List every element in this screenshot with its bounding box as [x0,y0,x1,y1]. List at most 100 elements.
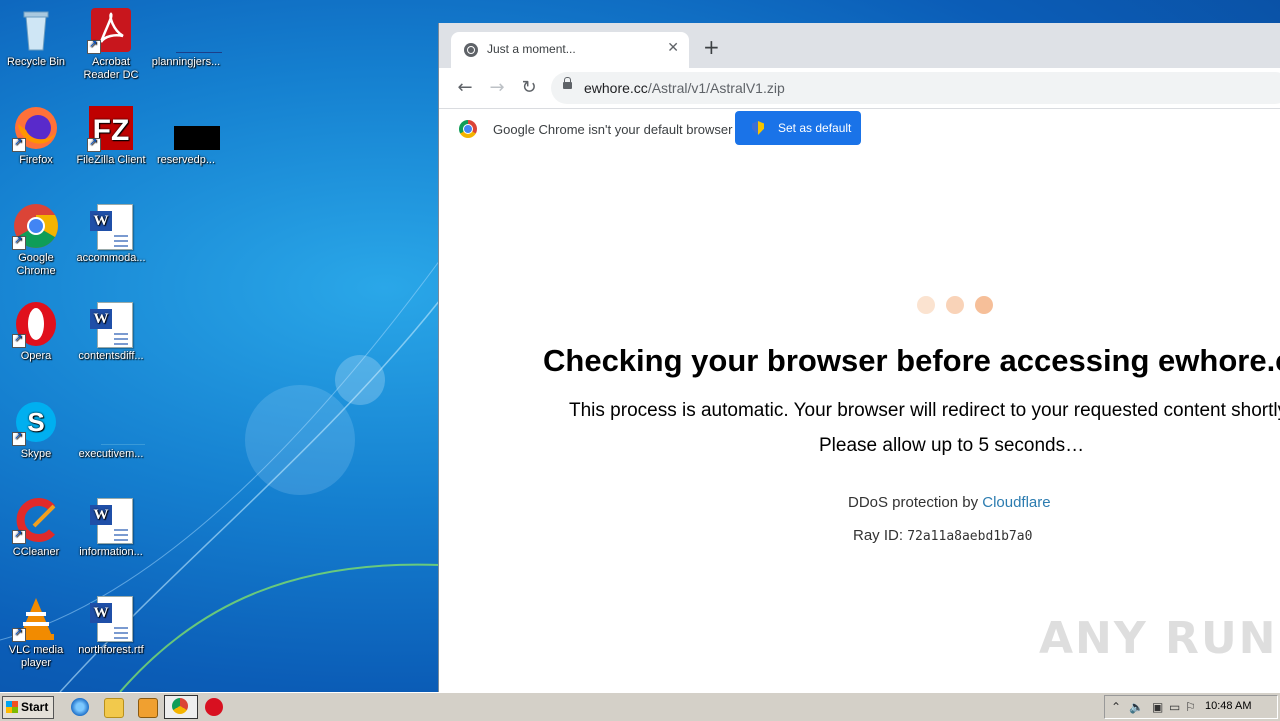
desktop-icon-label: Skype [20,448,52,460]
ccleaner-icon [12,496,60,544]
network-icon[interactable]: ▣ [1152,700,1163,714]
browser-toolbar: ← → ↻ ewhore.cc/Astral/v1/AstralV1.zip [439,68,1280,108]
ddos-protection-text: DDoS protection by Cloudflare [848,494,1051,511]
black-file-icon [162,104,220,152]
desktop-icon-filezilla[interactable]: FZ FileZilla Client [75,104,147,167]
close-tab-icon[interactable]: ✕ [667,40,679,56]
desktop-icon-label: executivem... [78,448,144,460]
shortcut-arrow-icon [12,136,26,152]
desktop-icon-label: northforest.rtf [78,644,144,656]
clock[interactable]: 10:48 AM [1205,700,1251,712]
filezilla-icon: FZ [87,104,135,152]
desktop-icon-label: contentsdiff... [78,350,144,362]
blank-file-icon [162,6,222,54]
desktop-icon-google-chrome[interactable]: Google Chrome [0,202,72,278]
blank-file-icon [87,398,145,446]
desktop-icon-acrobat[interactable]: Acrobat Reader DC [75,6,147,82]
globe-icon [464,43,478,57]
chrome-logo-icon [459,120,477,138]
desktop-icon-label: Acrobat Reader DC [83,56,139,81]
wait-message: Please allow up to 5 seconds… [819,435,1085,456]
opera-icon [12,300,60,348]
loading-dot [946,296,964,314]
ray-prefix: Ray ID: [853,527,908,544]
skype-icon: S [12,398,60,446]
browser-tab[interactable]: Just a moment... ✕ [451,32,689,68]
uac-shield-icon [752,121,764,135]
word-document-icon: W [87,594,135,642]
desktop-icon-label: reservedp... [156,154,216,166]
infobar-message: Google Chrome isn't your default browser [493,122,733,137]
address-bar[interactable]: ewhore.cc/Astral/v1/AstralV1.zip [551,72,1280,104]
file-explorer-icon[interactable] [104,698,124,718]
desktop-icon-label: Recycle Bin [6,56,66,68]
action-center-flag-icon[interactable]: ⚐ [1185,700,1196,714]
set-as-default-button[interactable]: Set as default [735,111,861,145]
reload-icon[interactable]: ↻ [517,76,541,100]
desktop-icon-vlc[interactable]: VLC media player [0,594,72,670]
desktop-icon-label: Google Chrome [16,252,56,277]
desktop-icon-ccleaner[interactable]: CCleaner [0,496,72,559]
forward-arrow-icon[interactable]: → [485,76,509,100]
taskbar: Start ⌃ 🔈 ▣ ▭ ⚐ 10:48 AM [0,692,1280,721]
shortcut-arrow-icon [12,332,26,348]
desktop-icon-firefox[interactable]: Firefox [0,104,72,167]
desktop-icon-skype[interactable]: S Skype [0,398,72,461]
url-text: ewhore.cc/Astral/v1/AstralV1.zip [584,80,785,96]
display-icon[interactable]: ▭ [1169,700,1180,714]
vlc-icon [12,594,60,642]
lock-icon [563,77,572,89]
desktop-icon-label: information... [79,546,143,558]
back-arrow-icon[interactable]: ← [453,76,477,100]
shortcut-arrow-icon [12,234,26,250]
media-player-icon[interactable] [138,698,158,718]
desktop-icon-accommoda[interactable]: W accommoda... [75,202,147,265]
tab-title: Just a moment... [487,42,576,56]
url-host: ewhore.cc [584,80,648,96]
loading-dot [975,296,993,314]
word-document-icon: W [87,300,135,348]
desktop-icon-planningjers[interactable]: planningjers... [150,6,222,69]
desktop-icon-contentsdiff[interactable]: W contentsdiff... [75,300,147,363]
desktop-icon-opera[interactable]: Opera [0,300,72,363]
new-tab-button[interactable]: + [703,37,720,57]
word-document-icon: W [87,202,135,250]
shortcut-arrow-icon [12,626,26,642]
desktop-icon-recycle-bin[interactable]: Recycle Bin [0,6,72,69]
desktop-icon-label: Opera [20,350,52,362]
tab-strip: Just a moment... ✕ + [439,23,1280,68]
desktop-icon-label: CCleaner [12,546,60,558]
chrome-icon [172,698,188,714]
shortcut-arrow-icon [12,528,26,544]
desktop-icon-label: Firefox [19,154,53,166]
start-button[interactable]: Start [2,696,54,719]
ray-id-value: 72a11a8aebd1b7a0 [907,529,1033,544]
ddos-prefix: DDoS protection by [848,494,983,511]
page-heading: Checking your browser before accessing e… [543,343,1280,378]
desktop-icon-executivem[interactable]: executivem... [75,398,147,461]
start-label: Start [21,700,49,714]
default-browser-infobar: Google Chrome isn't your default browser… [439,108,1280,154]
taskbar-chrome-button[interactable] [164,695,198,719]
shortcut-arrow-icon [87,136,101,152]
firefox-icon [12,104,60,152]
acrobat-icon [87,6,135,54]
page-content: Checking your browser before accessing e… [439,153,1280,692]
word-document-icon: W [87,496,135,544]
chrome-window: Just a moment... ✕ + ← → ↻ ewhore.cc/Ast… [438,23,1280,692]
desktop-icon-northforest[interactable]: W northforest.rtf [75,594,147,657]
anyrun-watermark: ANY RUN [1039,613,1278,664]
chevron-up-icon[interactable]: ⌃ [1111,700,1121,714]
desktop-icon-label: VLC media player [8,644,64,669]
system-tray: ⌃ 🔈 ▣ ▭ ⚐ 10:48 AM [1104,695,1278,719]
cloudflare-link[interactable]: Cloudflare [982,494,1050,511]
set-as-default-label: Set as default [778,121,852,135]
internet-explorer-icon[interactable] [71,698,89,716]
chrome-icon [12,202,60,250]
desktop-icon-reservedp[interactable]: reservedp... [150,104,222,167]
opera-taskbar-icon[interactable] [205,698,223,716]
desktop-icon-information[interactable]: W information... [75,496,147,559]
volume-icon[interactable]: 🔈 [1129,700,1144,714]
svg-text:S: S [27,407,44,437]
recycle-bin-icon [12,6,60,54]
